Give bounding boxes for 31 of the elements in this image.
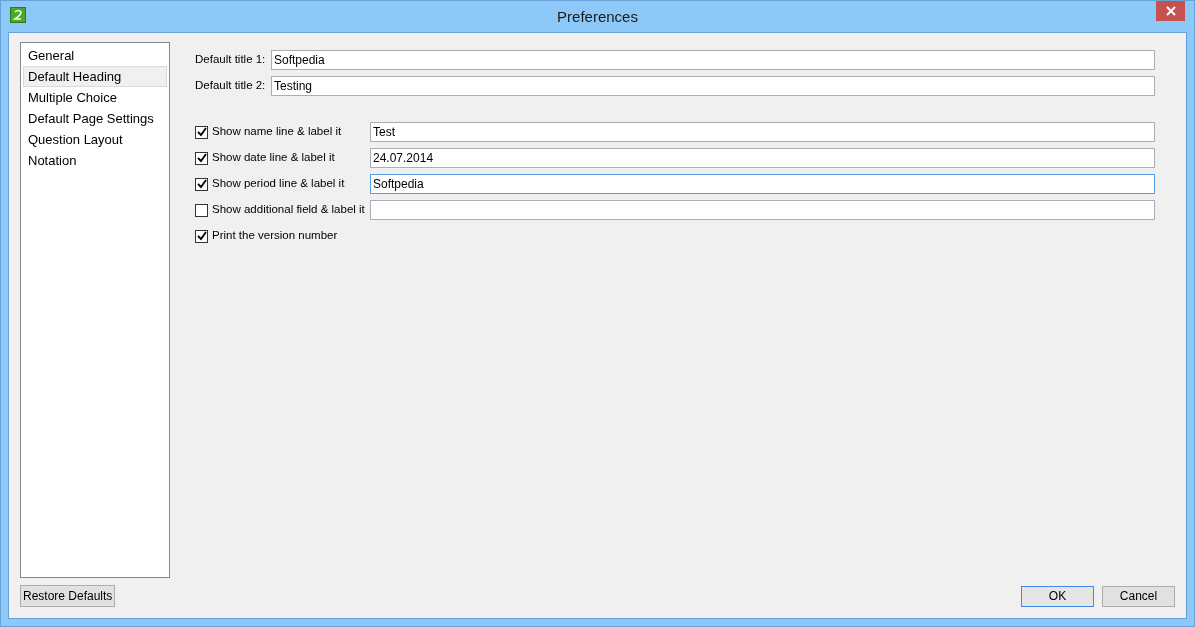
close-button[interactable]	[1156, 1, 1185, 21]
restore-defaults-button[interactable]: Restore Defaults	[20, 585, 116, 607]
text-field[interactable]: Testing	[271, 76, 1155, 96]
category-item[interactable]: Default Page Settings	[23, 108, 167, 129]
field-label: Default title 1:	[195, 52, 267, 68]
app-icon	[10, 7, 26, 23]
checkbox-label: Show name line & label it	[212, 124, 343, 140]
checkbox[interactable]	[195, 229, 208, 243]
category-item[interactable]: Notation	[23, 150, 167, 171]
text-field[interactable]: 24.07.2014	[370, 148, 1155, 168]
cancel-button[interactable]: Cancel	[1102, 585, 1175, 607]
text-field[interactable]: Softpedia	[271, 50, 1155, 70]
category-item[interactable]: Default Heading	[23, 66, 167, 87]
category-item[interactable]: Question Layout	[23, 129, 167, 150]
window-title: Preferences	[557, 7, 638, 28]
text-field[interactable]	[370, 200, 1155, 220]
text-field[interactable]: Softpedia	[370, 174, 1155, 194]
checkbox[interactable]	[195, 203, 208, 217]
close-icon	[1165, 6, 1176, 16]
checkbox-label: Print the version number	[212, 228, 339, 244]
checkbox-label: Show date line & label it	[212, 150, 336, 166]
text-field[interactable]: Test	[370, 122, 1155, 142]
checkbox[interactable]	[195, 177, 208, 191]
checkbox-label: Show additional field & label it	[212, 202, 366, 218]
checkbox[interactable]	[195, 125, 208, 139]
category-item[interactable]: Multiple Choice	[23, 87, 167, 108]
ok-button[interactable]: OK	[1021, 585, 1094, 607]
checkbox-label: Show period line & label it	[212, 176, 346, 192]
checkbox[interactable]	[195, 151, 208, 165]
field-label: Default title 2:	[195, 78, 267, 94]
category-item[interactable]: General	[23, 45, 167, 66]
